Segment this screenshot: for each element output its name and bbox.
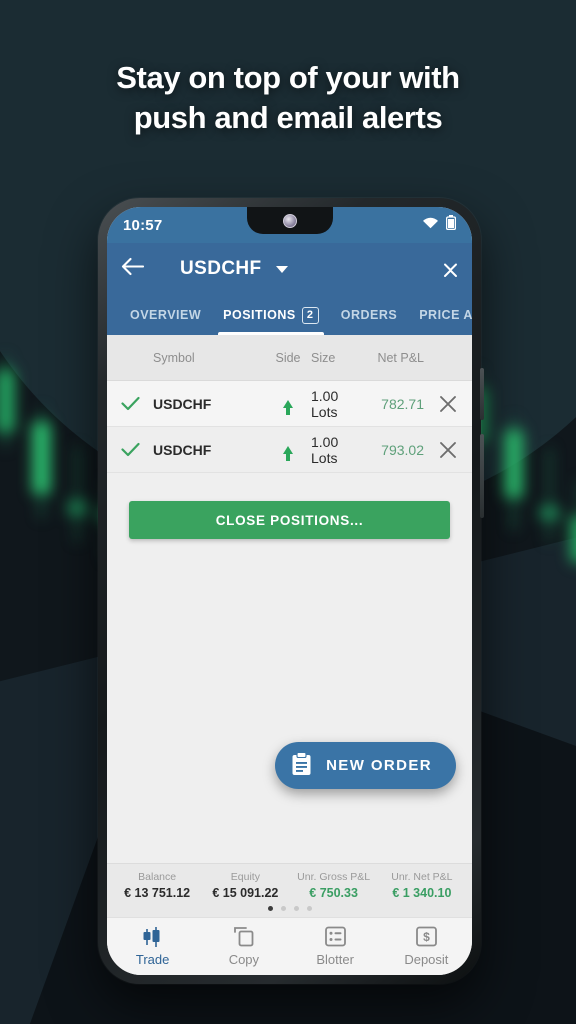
close-positions-button[interactable]: CLOSE POSITIONS... bbox=[129, 501, 450, 539]
summary-unr-gross-pnl: Unr. Gross P&L € 750.33 bbox=[290, 871, 378, 900]
new-order-button[interactable]: NEW ORDER bbox=[275, 742, 456, 789]
page-dot[interactable] bbox=[306, 906, 312, 911]
headline-line-1: Stay on top of your with bbox=[116, 60, 460, 95]
back-arrow-icon[interactable] bbox=[121, 257, 145, 281]
svg-text:$: $ bbox=[423, 930, 430, 944]
tab-positions[interactable]: POSITIONS 2 bbox=[212, 295, 330, 335]
close-x-icon[interactable] bbox=[424, 395, 472, 413]
arrow-up-icon bbox=[283, 445, 293, 461]
status-bar-clock: 10:57 bbox=[123, 216, 163, 234]
candlestick-chart-icon bbox=[140, 926, 166, 947]
summary-equity: Equity € 15 091.22 bbox=[201, 871, 289, 900]
app-bar: USDCHF OVERVIEW POSITIONS 2 ORDERS PRICE… bbox=[107, 243, 472, 335]
column-header-symbol: Symbol bbox=[153, 350, 195, 365]
row-net-pnl: 782.71 bbox=[381, 395, 424, 412]
battery-icon bbox=[445, 215, 457, 235]
page-dot[interactable] bbox=[293, 906, 299, 911]
phone-power-button bbox=[480, 368, 484, 420]
chevron-down-icon bbox=[275, 265, 288, 273]
tab-overview[interactable]: OVERVIEW bbox=[119, 295, 212, 335]
summary-unr-gross-pnl-label: Unr. Gross P&L bbox=[297, 871, 371, 883]
phone-screen: 10:57 USDCHF OVERVIEW POSITIONS 2 ORDERS… bbox=[107, 207, 472, 975]
arrow-up-icon bbox=[283, 399, 293, 415]
symbol-label: USDCHF bbox=[180, 258, 262, 279]
tab-price-alert[interactable]: PRICE ALERT bbox=[408, 295, 472, 335]
tab-orders-label: ORDERS bbox=[340, 308, 398, 322]
tab-price-alert-label: PRICE ALERT bbox=[419, 308, 472, 322]
summary-page-indicator[interactable] bbox=[113, 900, 466, 914]
phone-notch bbox=[246, 207, 333, 234]
expand-collapse-icon[interactable] bbox=[443, 261, 458, 278]
symbol-selector[interactable]: USDCHF bbox=[180, 258, 288, 280]
promo-headline: Stay on top of your with push and email … bbox=[0, 58, 576, 137]
front-camera-icon bbox=[282, 214, 297, 228]
summary-balance: Balance € 13 751.12 bbox=[113, 871, 201, 900]
row-size: 1.00 Lots bbox=[311, 387, 339, 420]
close-x-icon[interactable] bbox=[424, 441, 472, 459]
summary-unr-net-pnl: Unr. Net P&L € 1 340.10 bbox=[378, 871, 466, 900]
row-size: 1.00 Lots bbox=[311, 433, 339, 466]
row-symbol: USDCHF bbox=[153, 441, 212, 458]
new-order-label: NEW ORDER bbox=[326, 757, 432, 774]
row-symbol: USDCHF bbox=[153, 395, 212, 412]
tab-bar: OVERVIEW POSITIONS 2 ORDERS PRICE ALERT bbox=[107, 295, 472, 335]
phone-mockup: 10:57 USDCHF OVERVIEW POSITIONS 2 ORDERS… bbox=[98, 198, 484, 984]
table-row[interactable]: USDCHF 1.00 Lots 782.71 bbox=[107, 381, 472, 427]
table-row[interactable]: USDCHF 1.00 Lots 793.02 bbox=[107, 427, 472, 473]
summary-balance-value: € 13 751.12 bbox=[124, 886, 191, 900]
positions-count-badge: 2 bbox=[301, 306, 319, 324]
row-net-pnl: 793.02 bbox=[381, 441, 424, 458]
positions-table-header: Symbol Side Size Net P&L bbox=[107, 335, 472, 381]
nav-item-deposit-label: Deposit bbox=[404, 951, 449, 967]
row-select-checkmark-icon[interactable] bbox=[107, 396, 153, 411]
summary-unr-net-pnl-label: Unr. Net P&L bbox=[391, 871, 453, 883]
nav-item-trade-label: Trade bbox=[135, 951, 170, 967]
phone-volume-button bbox=[480, 434, 484, 518]
headline-line-2: push and email alerts bbox=[133, 99, 443, 135]
list-box-icon bbox=[324, 926, 346, 947]
summary-equity-label: Equity bbox=[230, 871, 260, 883]
dollar-box-icon: $ bbox=[415, 926, 437, 947]
copy-icon bbox=[233, 926, 255, 947]
summary-equity-value: € 15 091.22 bbox=[212, 886, 279, 900]
wifi-icon bbox=[422, 216, 439, 234]
clipboard-icon bbox=[291, 751, 312, 780]
summary-balance-label: Balance bbox=[138, 871, 177, 883]
status-bar: 10:57 bbox=[107, 207, 472, 243]
column-header-size: Size bbox=[311, 350, 336, 365]
tab-overview-label: OVERVIEW bbox=[130, 308, 202, 322]
positions-panel: Symbol Side Size Net P&L USDCHF 1.00 Lot… bbox=[107, 335, 472, 863]
nav-item-blotter-label: Blotter bbox=[316, 951, 354, 967]
summary-unr-gross-pnl-value: € 750.33 bbox=[309, 886, 358, 900]
column-header-side: Side bbox=[275, 350, 301, 365]
tab-positions-label: POSITIONS bbox=[223, 308, 296, 322]
page-dot[interactable] bbox=[280, 906, 286, 911]
summary-unr-net-pnl-value: € 1 340.10 bbox=[392, 886, 452, 900]
account-summary: Balance € 13 751.12 Equity € 15 091.22 U… bbox=[107, 863, 472, 917]
nav-item-blotter[interactable]: Blotter bbox=[290, 918, 381, 975]
column-header-net-pnl: Net P&L bbox=[377, 350, 424, 365]
nav-item-copy[interactable]: Copy bbox=[198, 918, 289, 975]
tab-orders[interactable]: ORDERS bbox=[330, 295, 408, 335]
nav-item-copy-label: Copy bbox=[228, 951, 260, 967]
nav-item-trade[interactable]: Trade bbox=[107, 918, 198, 975]
row-select-checkmark-icon[interactable] bbox=[107, 442, 153, 457]
page-dot[interactable] bbox=[267, 906, 273, 911]
bottom-navigation: Trade Copy Blotter $ Deposit bbox=[107, 917, 472, 975]
nav-item-deposit[interactable]: $ Deposit bbox=[381, 918, 472, 975]
